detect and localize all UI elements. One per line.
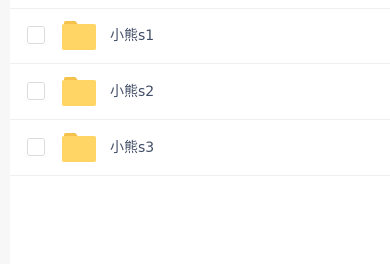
folder-icon [62,21,96,50]
file-list: 小熊s1 小熊s2 小熊s3 [10,0,390,264]
file-row[interactable]: 小熊s3 [10,120,390,176]
file-name[interactable]: 小熊s2 [110,82,154,102]
file-browser-page: 小熊s1 小熊s2 小熊s3 [0,0,390,264]
row-checkbox[interactable] [27,82,45,100]
row-checkbox[interactable] [27,26,45,44]
file-row[interactable]: 小熊s2 [10,64,390,120]
file-row[interactable]: 小熊s1 [10,8,390,64]
row-checkbox[interactable] [27,138,45,156]
file-name[interactable]: 小熊s3 [110,138,154,158]
left-panel-gutter [0,0,10,264]
folder-icon [62,77,96,106]
folder-icon [62,133,96,162]
file-name[interactable]: 小熊s1 [110,26,154,46]
